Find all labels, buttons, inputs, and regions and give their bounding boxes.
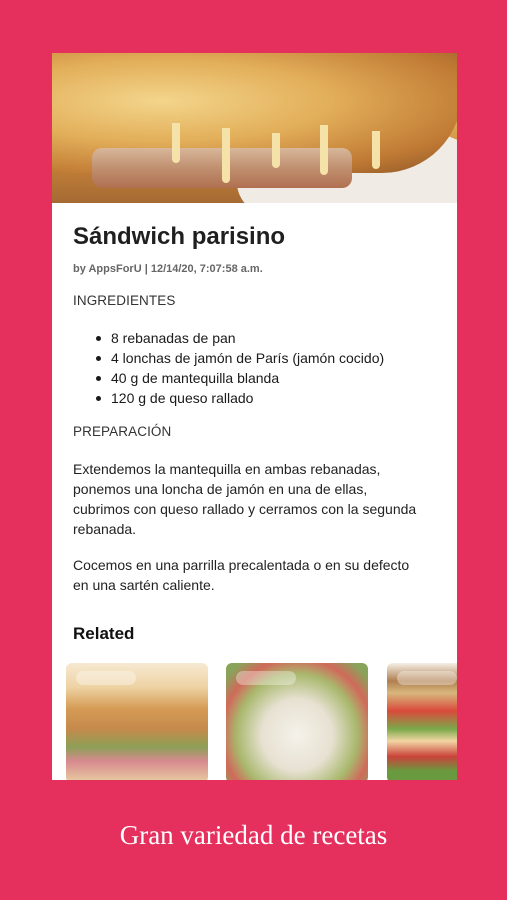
promo-tagline: Gran variedad de recetas (119, 820, 388, 850)
preparation-heading: PREPARACIÓN (73, 424, 172, 439)
ingredient-item: 8 rebanadas de pan (96, 328, 384, 348)
bullet-icon (96, 396, 101, 401)
recipe-card: Sándwich parisino by AppsForU | 12/14/20… (52, 53, 457, 780)
bullet-icon (96, 336, 101, 341)
cheese-drip (320, 125, 328, 175)
ingredient-text: 120 g de queso rallado (111, 390, 254, 406)
ingredients-list: 8 rebanadas de pan 4 lonchas de jamón de… (73, 328, 384, 408)
preparation-step: Extendemos la mantequilla en ambas reban… (73, 461, 417, 537)
preparation-step: Cocemos en una parrilla precalentada o e… (73, 557, 410, 593)
related-heading: Related (73, 624, 135, 643)
recipe-meta: by AppsForU | 12/14/20, 7:07:58 a.m. (73, 263, 263, 275)
thumb-highlight (236, 671, 296, 685)
cheese-drip (222, 128, 230, 183)
bullet-icon (96, 376, 101, 381)
ingredient-item: 120 g de queso rallado (96, 388, 384, 408)
ingredient-item: 40 g de mantequilla blanda (96, 368, 384, 388)
ingredient-item: 4 lonchas de jamón de París (jamón cocid… (96, 348, 385, 368)
recipe-hero-image (52, 53, 457, 203)
thumb-highlight (76, 671, 136, 685)
related-recipe-stacked-club-sandwich[interactable] (387, 663, 457, 780)
related-recipe-chicken-wrap[interactable] (226, 663, 368, 780)
related-recipe-toasted-club-sandwich[interactable] (66, 663, 208, 780)
cheese-drip (372, 131, 380, 169)
cheese-drip (172, 123, 180, 163)
ingredient-text: 4 lonchas de jamón de París (jamón cocid… (111, 350, 385, 366)
recipe-title: Sándwich parisino (73, 223, 286, 250)
ingredient-text: 40 g de mantequilla blanda (111, 370, 280, 386)
ingredients-heading: INGREDIENTES (73, 293, 176, 308)
bullet-icon (96, 356, 101, 361)
ingredient-text: 8 rebanadas de pan (111, 330, 236, 346)
cheese-drip (272, 133, 280, 168)
thumb-highlight (397, 671, 457, 685)
